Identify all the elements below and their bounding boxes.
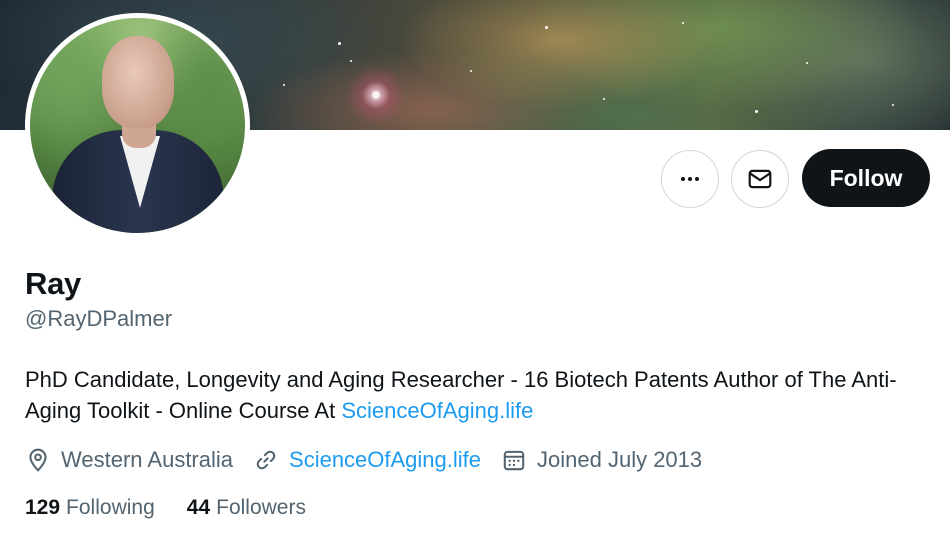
profile-bio: PhD Candidate, Longevity and Aging Resea… (25, 364, 935, 426)
avatar-photo (30, 18, 245, 233)
banner-star (470, 70, 472, 72)
envelope-icon (748, 169, 772, 189)
avatar[interactable] (25, 13, 250, 238)
followers-link[interactable]: 44 Followers (187, 496, 306, 520)
followers-label: Followers (216, 496, 306, 519)
banner-star (755, 110, 758, 113)
banner-star (682, 22, 684, 24)
profile-stats: 129 Following 44 Followers (25, 496, 338, 520)
website-item[interactable]: ScienceOfAging.life (253, 447, 481, 473)
avatar-head (102, 36, 174, 128)
followers-count: 44 (186, 496, 211, 519)
location-item: Western Australia (25, 447, 233, 473)
bio-link[interactable]: ScienceOfAging.life (341, 398, 533, 423)
banner-star (892, 104, 894, 106)
banner-star (806, 62, 808, 64)
banner-star (603, 98, 605, 100)
banner-star (545, 26, 548, 29)
profile-name: Ray (25, 266, 81, 301)
banner-star (350, 60, 352, 62)
follow-button[interactable]: Follow (802, 149, 930, 207)
banner-star (283, 84, 285, 86)
following-link[interactable]: 129 Following (25, 496, 155, 520)
ellipsis-icon (681, 177, 699, 181)
message-button[interactable] (731, 150, 789, 208)
location-pin-icon (29, 448, 47, 472)
location-text: Western Australia (61, 447, 234, 472)
profile-meta: Western Australia ScienceOfAging.life Jo… (25, 444, 722, 476)
following-label: Following (66, 496, 155, 519)
website-link[interactable]: ScienceOfAging.life (289, 447, 481, 473)
banner-star (338, 42, 341, 45)
joined-text: Joined July 2013 (537, 447, 703, 472)
link-icon (256, 450, 276, 470)
joined-item: Joined July 2013 (501, 447, 702, 473)
profile-handle: @RayDPalmer (25, 306, 173, 331)
following-count: 129 (25, 496, 61, 519)
calendar-icon (503, 450, 525, 471)
more-options-button[interactable] (661, 150, 719, 208)
